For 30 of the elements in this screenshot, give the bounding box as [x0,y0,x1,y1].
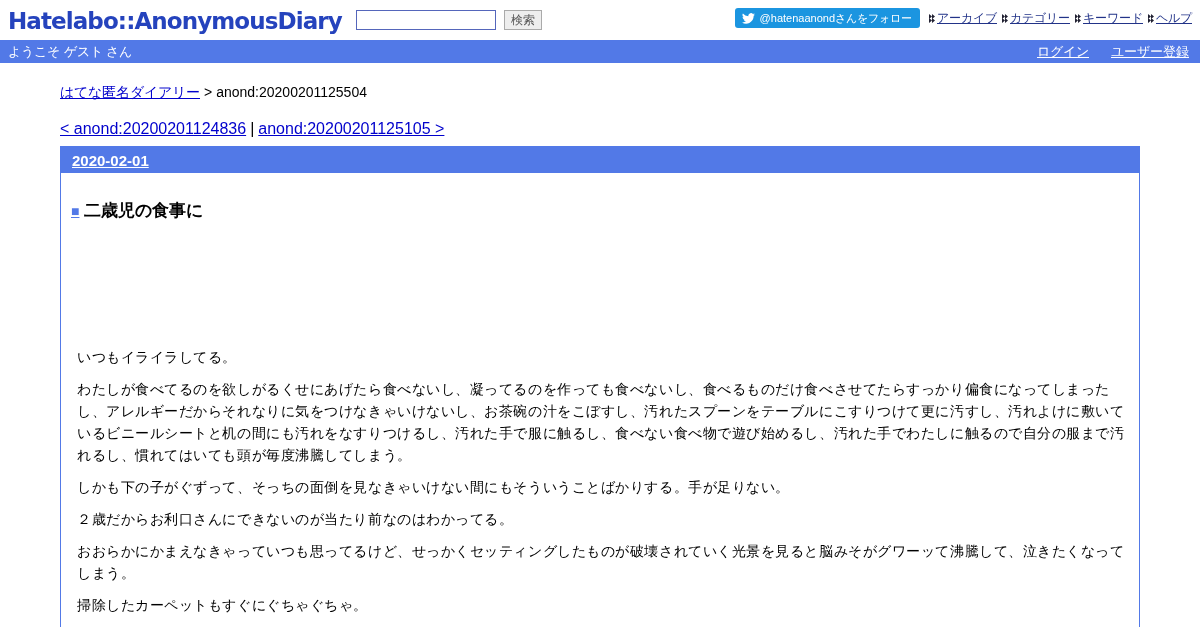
entry-paragraph: いつもイライラしてる。 [77,348,239,367]
user-link[interactable]: ログイン [1037,42,1089,61]
pager-separator: | [250,120,255,138]
search-button[interactable]: 検索 [503,10,542,30]
arrow-icon [1075,13,1082,23]
user-link[interactable]: ユーザー登録 [1111,42,1189,61]
breadcrumb-current: anond:20200201125504 [216,84,367,102]
next-entry-link[interactable]: anond:20200201125105 > [258,120,445,138]
entry-paragraph: わたしが食べてるのを欲しがるくせにあげたら食べないし、凝ってるのを作っても食べないし、食べるものだけ食べさせてたらすっかり偏食になってしまったし、アレルギーだからそれなりに気をつけなきゃいけないし、お茶碗の汁をこぼすし、汚れたスプーンをテーブルにこすりつけて更に汚すし、汚れよけに敷いているビニールシートと机の間にも汚れをなすりつけるし、汚れた手で服に触るし、食べない食べ物で遊び始めるし、汚れた手でわたしに触るので自分の服まで汚れるし、慣れてはいても頭が毎度沸騰してしまう。 [77,380,1126,465]
search-field[interactable] [355,10,496,30]
arrow-icon [1148,13,1155,23]
breadcrumb-link[interactable]: はてな匿名ダイアリー [60,84,200,102]
entry-paragraph: おおらかにかまえなきゃっていつも思ってるけど、せっかくセッティングしたものが破壊されていく光景を見ると脳みそがグワーッて沸騰して、泣きたくなってしまう。 [77,542,1126,583]
permalink-mark[interactable]: ■ [71,202,80,219]
welcome-text: ようこそ ゲスト さん [8,42,133,61]
entry-paragraph: ２歳だからお利口さんにできないのが当たり前なのはわかってる。 [77,510,515,529]
entry-paragraph: 掃除したカーペットもすぐにぐちゃぐちゃ。 [77,596,369,615]
breadcrumb-separator: > [204,84,213,102]
nav-link[interactable]: キーワード [1083,9,1143,27]
entry-paragraph: しかも下の子がぐずって、そっちの面倒を見なきゃいけない間にもそういうことばかりする。手が足りない。 [77,478,791,497]
site-logo[interactable]: Hatelabo::AnonymousDiary [8,8,342,34]
arrow-icon [929,13,936,23]
arrow-icon [1002,13,1009,23]
bird-icon [741,12,755,24]
nav-link[interactable]: カテゴリー [1010,9,1070,27]
date-link[interactable]: 2020-02-01 [72,151,149,169]
nav-link[interactable]: アーカイブ [937,9,997,27]
nav-link[interactable]: ヘルプ [1156,9,1192,27]
prev-entry-link[interactable]: < anond:20200201124836 [60,120,247,138]
entry-title: 二歳児の食事に [84,200,204,222]
